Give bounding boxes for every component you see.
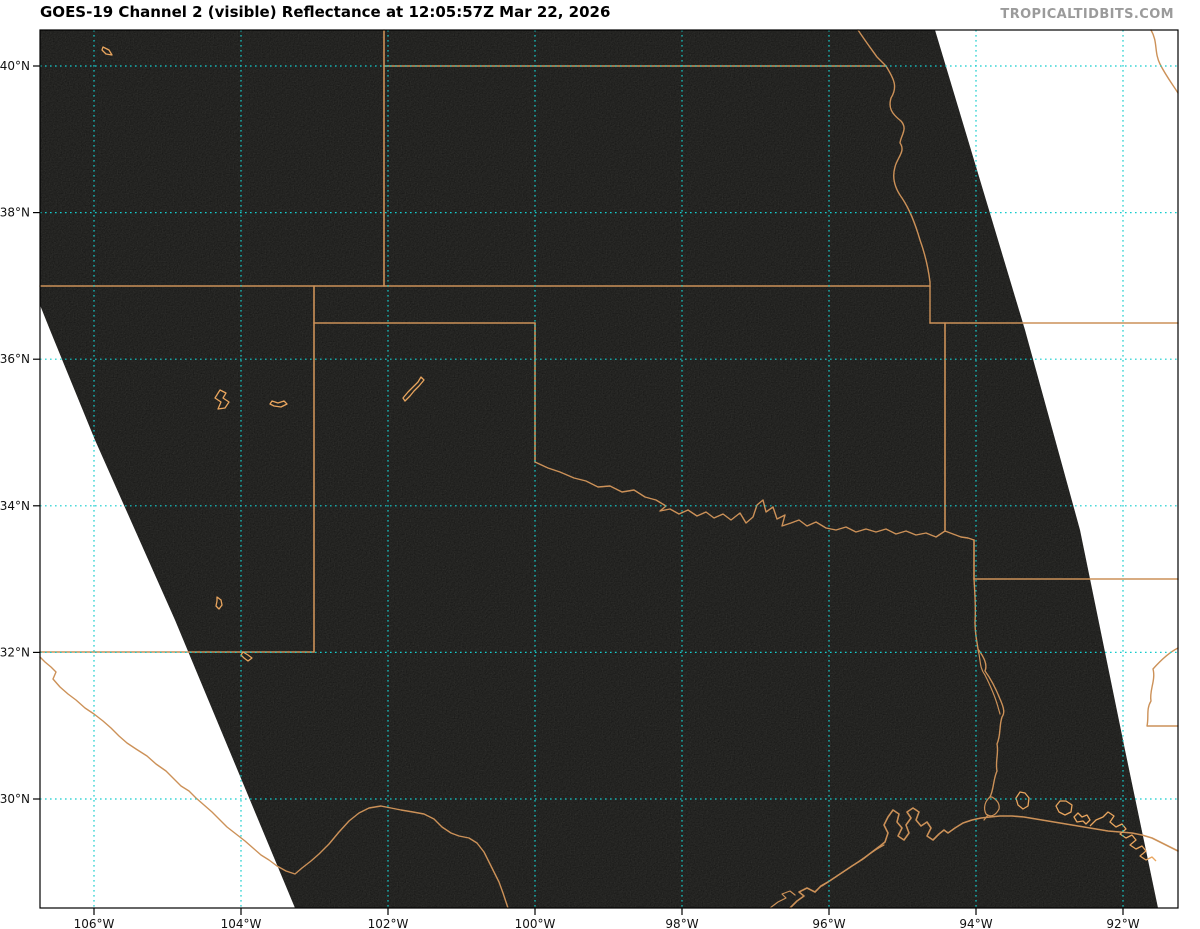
latitude-tick-label: 34°N <box>0 499 30 513</box>
longitude-tick-label: 92°W <box>1106 917 1139 929</box>
longitude-tick-label: 100°W <box>515 917 556 929</box>
longitude-tick-label: 96°W <box>812 917 845 929</box>
latitude-tick-label: 36°N <box>0 352 30 366</box>
latitude-tick-label: 30°N <box>0 792 30 806</box>
longitude-tick-label: 104°W <box>221 917 262 929</box>
tropicaltidbits-watermark: TROPICALTIDBITS.COM <box>1000 7 1174 22</box>
longitude-tick-label: 106°W <box>74 917 115 929</box>
latitude-tick-label: 38°N <box>0 206 30 220</box>
longitude-tick-label: 98°W <box>665 917 698 929</box>
longitude-tick-label: 94°W <box>959 917 992 929</box>
page-title: GOES-19 Channel 2 (visible) Reflectance … <box>40 3 611 21</box>
satellite-image-page: GOES-19 Channel 2 (visible) Reflectance … <box>0 0 1200 929</box>
satellite-map: 40°N 38°N 36°N 34°N 32°N 30°N 106°W 104°W 102°W 1… <box>0 29 1179 929</box>
longitude-tick-label: 102°W <box>368 917 409 929</box>
latitude-tick-label: 32°N <box>0 645 30 659</box>
latitude-tick-label: 40°N <box>0 59 30 73</box>
